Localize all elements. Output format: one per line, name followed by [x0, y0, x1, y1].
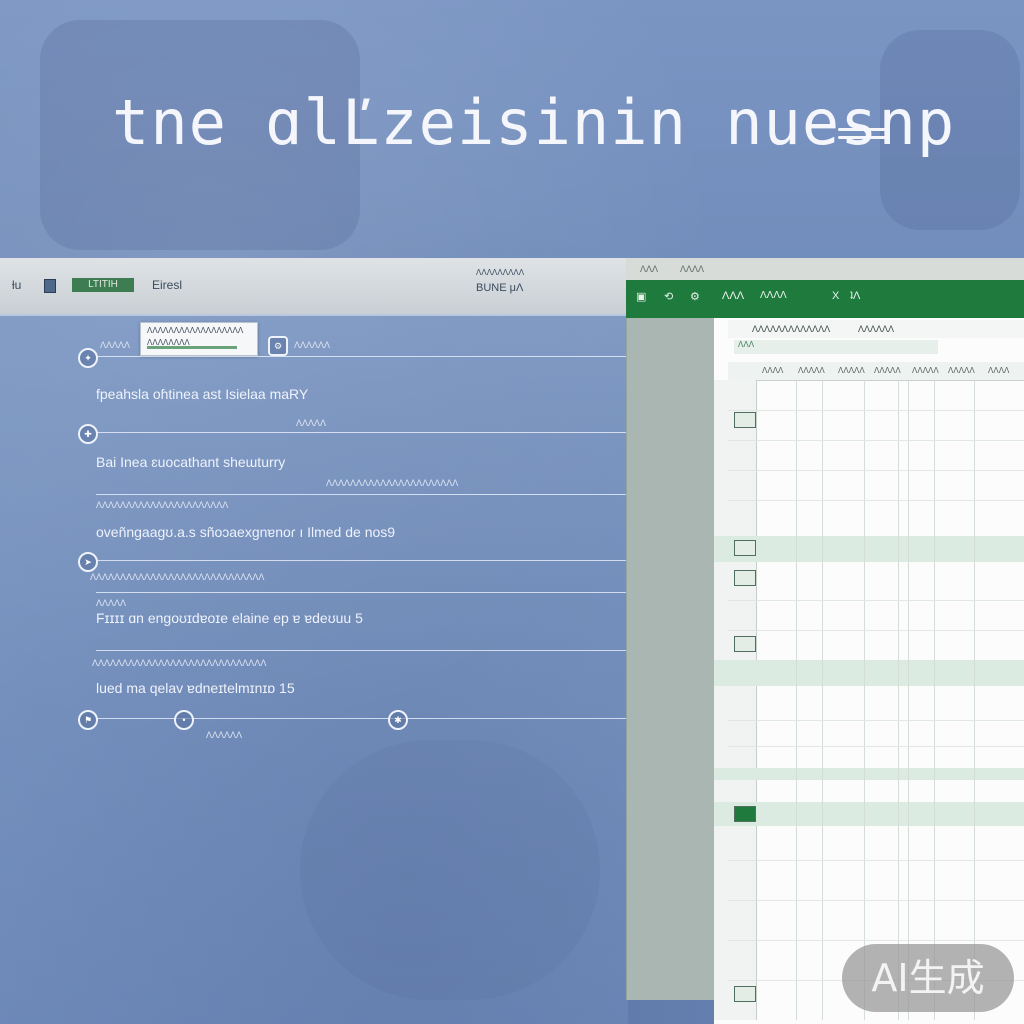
- row-sublabel: ɅɅɅɅɅɅɅɅɅɅɅɅɅɅɅɅɅɅɅɅɅɅ: [326, 478, 459, 488]
- tooltip-progress: [147, 346, 237, 349]
- settings-icon[interactable]: ⚙: [690, 290, 700, 303]
- toolbar-item[interactable]: ɅɅɅ: [640, 264, 658, 274]
- row-sublabel: ɅɅɅɅɅ: [96, 598, 127, 608]
- timeline-line: [96, 650, 644, 651]
- ribbon-tab[interactable]: ɅɅɅ: [722, 290, 744, 302]
- save-icon[interactable]: ▣: [636, 290, 646, 303]
- flag-icon[interactable]: ⚑: [78, 710, 98, 730]
- row-divider: [728, 410, 1024, 411]
- row-divider: [728, 470, 1024, 471]
- toolbar-item[interactable]: ɅɅɅɅɅɅɅɅɅ: [476, 268, 524, 277]
- highlight-band: [714, 536, 1024, 562]
- cell-image-icon[interactable]: [734, 570, 756, 586]
- column-divider: [864, 380, 865, 1020]
- column-header[interactable]: ɅɅɅɅɅ: [798, 366, 825, 375]
- cell-image-icon[interactable]: [734, 636, 756, 652]
- pin-icon[interactable]: ✚: [78, 424, 98, 444]
- column-headers: ɅɅɅɅ ɅɅɅɅɅ ɅɅɅɅɅ ɅɅɅɅɅ ɅɅɅɅɅ ɅɅɅɅɅ ɅɅɅɅ: [728, 362, 1024, 381]
- left-toolbar: ƚu LTITIH Eiresl ɅɅɅɅɅɅɅɅɅ BUNE μɅ: [0, 258, 628, 316]
- highlight-band: [714, 802, 1024, 826]
- gear-icon[interactable]: ✱: [388, 710, 408, 730]
- ribbon-top: ɅɅɅ ɅɅɅɅ: [626, 258, 1024, 280]
- row-label: fpeahsla oɦtinea ast Isielaa maRY: [96, 386, 309, 402]
- spreadsheet-sidebar: [626, 258, 715, 1000]
- row-headers: [714, 380, 757, 1020]
- document-icon[interactable]: [44, 279, 56, 293]
- settings-icon[interactable]: ⚙: [268, 336, 288, 356]
- row-label: ɅɅɅɅɅɅ: [294, 340, 331, 350]
- cell-image-icon[interactable]: [734, 806, 756, 822]
- row-sublabel: ɅɅɅɅɅ: [296, 418, 327, 428]
- toolbar-item[interactable]: BUNE μɅ: [476, 282, 523, 294]
- row-divider: [728, 630, 1024, 631]
- column-header[interactable]: ɅɅɅɅɅ: [948, 366, 975, 375]
- highlight-band: [714, 768, 1024, 780]
- row-sublabel: ɅɅɅɅɅɅɅɅɅɅɅɅɅɅɅɅɅɅɅɅɅɅɅɅɅɅɅɅɅ: [90, 572, 265, 582]
- column-divider: [934, 380, 935, 1020]
- timeline-line: [96, 356, 656, 357]
- row-label: oveñngaagʊ.a.s sñoɔaexgnɐnoɾ ı Ilmed de …: [96, 524, 396, 540]
- name-box[interactable]: ɅɅɅ: [734, 340, 938, 354]
- cell-image-icon[interactable]: [734, 986, 756, 1002]
- row-divider: [728, 746, 1024, 747]
- column-divider: [974, 380, 975, 1020]
- row-divider: [728, 600, 1024, 601]
- row-label: ɅɅɅɅɅ: [100, 340, 131, 350]
- row-label: lued ma qelav ɐdneɪtelmɪnɪɒ 15: [96, 680, 295, 696]
- tooltip: ɅɅɅɅɅɅɅɅɅɅɅɅɅɅɅɅɅɅ ɅɅɅɅɅɅɅɅ: [140, 322, 258, 356]
- toolbar-item[interactable]: ƚu: [12, 278, 21, 292]
- highlight-band: [714, 660, 1024, 686]
- star-icon[interactable]: ✦: [78, 348, 98, 368]
- row-divider: [728, 720, 1024, 721]
- ai-generated-badge: AI生成: [842, 944, 1014, 1012]
- row-sublabel: ɅɅɅɅɅɅɅɅɅɅɅɅɅɅɅɅɅɅɅɅɅɅɅɅɅɅɅɅɅ: [92, 658, 267, 668]
- timeline-line: [96, 432, 656, 433]
- row-label: Fɪɪɪɪ ɑn engoʊɪdɐoɪe elaine ep ɐ ɐdeʊuu …: [96, 610, 363, 626]
- row-divider: [728, 940, 1024, 941]
- row-divider: [728, 900, 1024, 901]
- close-icon[interactable]: X: [832, 290, 839, 302]
- row-divider: [728, 440, 1024, 441]
- cell-image-icon[interactable]: [734, 412, 756, 428]
- toolbar-item[interactable]: Eiresl: [152, 278, 182, 292]
- column-divider: [908, 380, 909, 1020]
- ribbon: ▣ ⟲ ⚙ ɅɅɅ ɅɅɅɅ X ʇɅ: [626, 280, 1024, 318]
- timeline-line: [96, 494, 656, 495]
- tooltip-text: ɅɅɅɅɅɅɅɅɅɅɅɅɅɅɅɅɅɅ: [147, 326, 244, 335]
- toolbar-item[interactable]: ɅɅɅɅ: [680, 264, 704, 274]
- row-divider: [728, 860, 1024, 861]
- formula-bar[interactable]: ɅɅɅɅɅɅɅɅɅɅɅɅɅ ɅɅɅɅɅɅ: [728, 320, 1024, 338]
- column-header[interactable]: ɅɅɅɅ: [762, 366, 783, 375]
- formula-text-right: ɅɅɅɅɅɅ: [858, 324, 895, 334]
- ribbon-tab[interactable]: ɅɅɅɅ: [760, 290, 787, 301]
- column-divider: [898, 380, 899, 1020]
- app-logo: LTITIH: [72, 278, 134, 292]
- column-divider: [796, 380, 797, 1020]
- row-sublabel: ɅɅɅɅɅɅ: [206, 730, 243, 740]
- row-divider: [728, 500, 1024, 501]
- undo-icon[interactable]: ⟲: [664, 290, 673, 303]
- ribbon-tab[interactable]: ʇɅ: [850, 290, 860, 302]
- page-title: tne ɑlĽzeisinin nuesnp: [112, 86, 956, 159]
- cell-image-icon[interactable]: [734, 540, 756, 556]
- timeline-line: [96, 592, 636, 593]
- formula-text: ɅɅɅɅɅɅɅɅɅɅɅɅɅ: [752, 324, 831, 334]
- column-header[interactable]: ɅɅɅɅɅ: [912, 366, 939, 375]
- equals-icon: [838, 128, 886, 142]
- timeline-line: [96, 560, 636, 561]
- arrow-icon[interactable]: ➤: [78, 552, 98, 572]
- node-icon[interactable]: •: [174, 710, 194, 730]
- column-header[interactable]: ɅɅɅɅɅ: [838, 366, 865, 375]
- column-header[interactable]: ɅɅɅɅ: [988, 366, 1009, 375]
- column-header[interactable]: ɅɅɅɅɅ: [874, 366, 901, 375]
- row-label: Bai Inea ɛuocathant sheɯturry: [96, 454, 286, 470]
- column-divider: [822, 380, 823, 1020]
- row-sublabel: ɅɅɅɅɅɅɅɅɅɅɅɅɅɅɅɅɅɅɅɅɅɅ: [96, 500, 229, 510]
